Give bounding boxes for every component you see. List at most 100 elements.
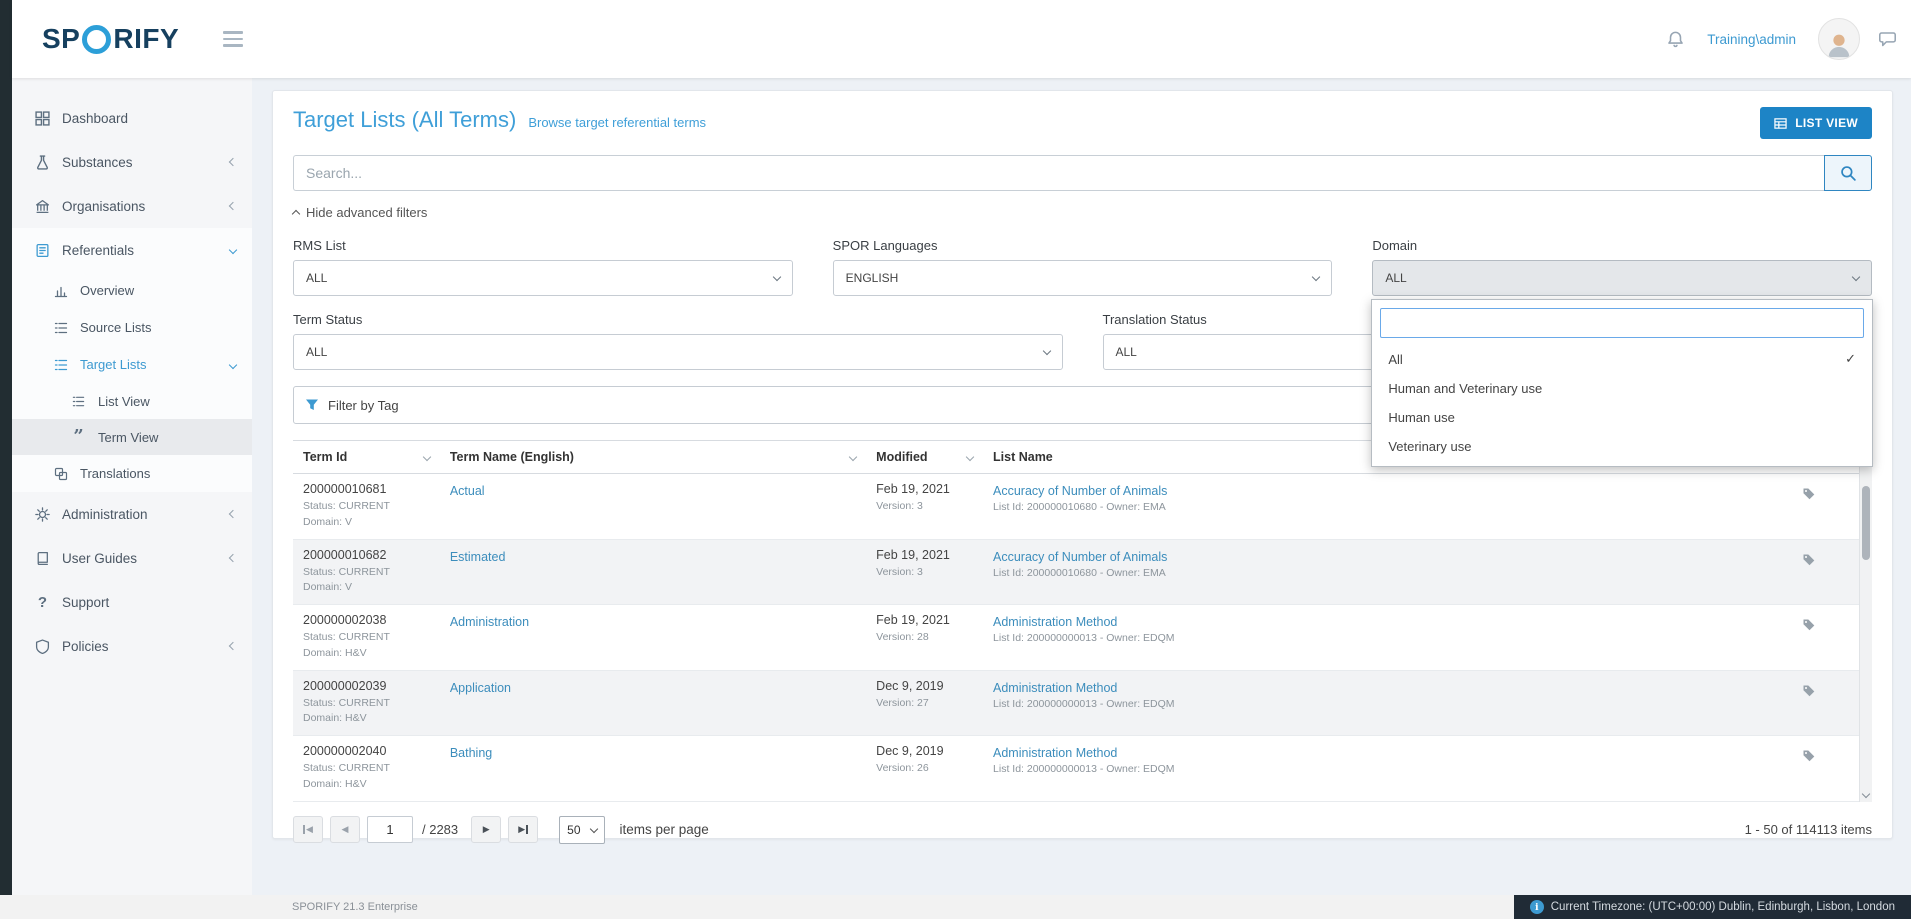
- list-name-link[interactable]: Accuracy of Number of Animals: [993, 550, 1167, 564]
- term-name-link[interactable]: Administration: [450, 615, 529, 629]
- title-row: Target Lists (All Terms) Browse target r…: [293, 107, 1872, 139]
- term-version: Version: 26: [876, 761, 973, 777]
- table-row: 200000002038Status: CURRENTDomain: H&V A…: [293, 605, 1872, 671]
- column-header-list-name[interactable]: List Name: [983, 441, 1409, 474]
- sidebar-item-list-view[interactable]: List View: [12, 383, 252, 419]
- column-header-modified[interactable]: Modified: [866, 441, 983, 474]
- sidebar-item-target-lists[interactable]: Target Lists: [12, 346, 252, 383]
- spor-languages-filter: SPOR Languages ENGLISH: [833, 238, 1333, 296]
- spor-languages-select[interactable]: ENGLISH: [833, 260, 1333, 296]
- tag-icon[interactable]: [1802, 486, 1816, 500]
- list-name-link[interactable]: Accuracy of Number of Animals: [993, 484, 1167, 498]
- list-view-button[interactable]: LIST VIEW: [1760, 107, 1872, 139]
- chevron-down-icon: [229, 360, 237, 368]
- sidebar-item-label: Organisations: [62, 199, 145, 214]
- list-name-link[interactable]: Administration Method: [993, 615, 1117, 629]
- term-status: Status: CURRENT: [303, 761, 430, 777]
- page-number-input[interactable]: [367, 816, 413, 843]
- first-page-button[interactable]: ◀: [293, 816, 323, 843]
- sidebar-item-label: Term View: [98, 430, 158, 445]
- list-name-link[interactable]: Administration Method: [993, 746, 1117, 760]
- sidebar-item-source-lists[interactable]: Source Lists: [12, 309, 252, 346]
- scrollbar-thumb[interactable]: [1862, 486, 1870, 560]
- avatar[interactable]: [1818, 18, 1860, 60]
- term-name-link[interactable]: Application: [450, 681, 511, 695]
- top-bar: SPRIFY Training\admin: [12, 0, 1911, 78]
- sidebar-item-term-view[interactable]: ” Term View: [12, 419, 252, 455]
- sidebar-item-substances[interactable]: Substances: [12, 140, 252, 184]
- term-status: Status: CURRENT: [303, 565, 430, 581]
- column-header-term-id[interactable]: Term Id: [293, 441, 440, 474]
- notifications-bell-icon[interactable]: [1666, 30, 1685, 49]
- tag-icon[interactable]: [1802, 683, 1816, 697]
- domain-dropdown-search-input[interactable]: [1380, 308, 1864, 338]
- hamburger-menu-icon[interactable]: [223, 31, 243, 47]
- sidebar-item-label: Referentials: [62, 243, 134, 258]
- domain-select[interactable]: ALL: [1372, 260, 1872, 296]
- chevron-down-icon: [1312, 273, 1320, 281]
- sidebar-item-organisations[interactable]: Organisations: [12, 184, 252, 228]
- sidebar-item-overview[interactable]: Overview: [12, 272, 252, 309]
- check-icon: ✓: [1845, 351, 1856, 367]
- search-input[interactable]: [293, 155, 1824, 191]
- translate-icon: [52, 467, 69, 481]
- dropdown-option-veterinary[interactable]: Veterinary use: [1380, 432, 1864, 461]
- items-range-label: 1 - 50 of 114113 items: [1745, 822, 1872, 837]
- sidebar-item-policies[interactable]: Policies: [12, 624, 252, 668]
- next-page-button[interactable]: ▶: [471, 816, 501, 843]
- sidebar-item-label: Policies: [62, 639, 109, 654]
- modified-date: Feb 19, 2021: [876, 613, 973, 627]
- term-name-link[interactable]: Bathing: [450, 746, 492, 760]
- search-button[interactable]: [1824, 155, 1872, 191]
- tag-icon[interactable]: [1802, 552, 1816, 566]
- term-status-select[interactable]: ALL: [293, 334, 1063, 370]
- term-name-link[interactable]: Actual: [450, 484, 485, 498]
- list-name-link[interactable]: Administration Method: [993, 681, 1117, 695]
- table-row: 200000010681Status: CURRENTDomain: V Act…: [293, 474, 1872, 540]
- term-version: Version: 28: [876, 630, 973, 646]
- chat-icon[interactable]: [1878, 30, 1897, 49]
- previous-page-button[interactable]: ◀: [330, 816, 360, 843]
- term-domain: Domain: H&V: [303, 711, 430, 727]
- sidebar-item-label: Translations: [80, 466, 150, 481]
- rms-list-select[interactable]: ALL: [293, 260, 793, 296]
- sidebar-item-administration[interactable]: Administration: [12, 492, 252, 536]
- domain-dropdown-options: All ✓ Human and Veterinary use Human use…: [1380, 344, 1864, 461]
- table-scrollbar[interactable]: [1859, 440, 1872, 802]
- sidebar-item-user-guides[interactable]: User Guides: [12, 536, 252, 580]
- dropdown-option-human-and-veterinary[interactable]: Human and Veterinary use: [1380, 374, 1864, 403]
- terms-table: Term Id Term Name (English) Modified Lis…: [293, 440, 1872, 802]
- sidebar-item-support[interactable]: ? Support: [12, 580, 252, 624]
- logo[interactable]: SPRIFY: [42, 23, 179, 55]
- hide-advanced-filters-toggle[interactable]: Hide advanced filters: [293, 205, 427, 220]
- browse-terms-link[interactable]: Browse target referential terms: [528, 115, 706, 130]
- sidebar-item-dashboard[interactable]: Dashboard: [12, 96, 252, 140]
- sidebar-item-referentials[interactable]: Referentials: [12, 228, 252, 272]
- quote-icon: ”: [70, 432, 87, 442]
- sidebar: Dashboard Substances Organisations Refer…: [12, 78, 252, 895]
- tag-icon[interactable]: [1802, 617, 1816, 631]
- dropdown-option-human[interactable]: Human use: [1380, 403, 1864, 432]
- last-page-button[interactable]: ▶: [508, 816, 538, 843]
- bar-chart-icon: [52, 284, 69, 298]
- flask-icon: [34, 155, 51, 170]
- scroll-down-icon[interactable]: [1862, 789, 1870, 797]
- column-header-term-name[interactable]: Term Name (English): [440, 441, 866, 474]
- left-edge-strip: [0, 0, 12, 919]
- building-icon: [34, 199, 51, 214]
- search-row: [293, 155, 1872, 191]
- timezone-bar: i Current Timezone: (UTC+00:00) Dublin, …: [1514, 895, 1911, 919]
- table-icon: [1774, 117, 1787, 130]
- term-status: Status: CURRENT: [303, 696, 430, 712]
- sidebar-item-label: Support: [62, 595, 109, 610]
- user-menu[interactable]: Training\admin: [1707, 32, 1796, 47]
- tag-icon[interactable]: [1802, 748, 1816, 762]
- footer: SPORIFY 21.3 Enterprise i Current Timezo…: [0, 895, 1911, 919]
- top-right-controls: Training\admin: [1666, 18, 1897, 60]
- page-size-select[interactable]: 50: [559, 816, 604, 844]
- list-info: List Id: 200000010680 - Owner: EMA: [993, 566, 1399, 582]
- term-version: Version: 3: [876, 499, 973, 515]
- sidebar-item-translations[interactable]: Translations: [12, 455, 252, 492]
- term-name-link[interactable]: Estimated: [450, 550, 506, 564]
- dropdown-option-all[interactable]: All ✓: [1380, 344, 1864, 374]
